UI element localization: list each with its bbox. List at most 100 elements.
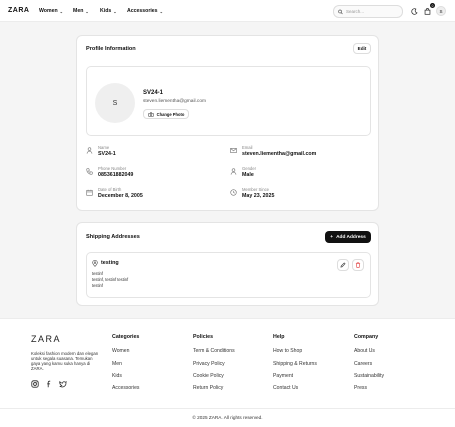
nav-women[interactable]: Women ⌄ bbox=[39, 8, 63, 14]
address-line: testinf bbox=[92, 271, 103, 276]
chevron-down-icon: ⌄ bbox=[159, 8, 163, 14]
member-since-value: May 23, 2025 bbox=[242, 193, 275, 199]
address-line: testinf bbox=[92, 283, 103, 288]
nav-women-label: Women bbox=[39, 8, 58, 14]
clock-icon bbox=[230, 189, 237, 196]
footer-link[interactable]: Privacy Policy bbox=[193, 361, 225, 367]
nav-kids-label: Kids bbox=[100, 8, 112, 14]
dob-field: Date of Birth December 8, 2005 bbox=[86, 187, 143, 199]
shipping-title: Shipping Addresses bbox=[86, 234, 140, 240]
member-since-field: Member Since May 23, 2025 bbox=[230, 187, 274, 199]
change-photo-label: Change Photo bbox=[156, 111, 185, 117]
moon-icon bbox=[410, 7, 417, 15]
cart-count-badge: 0 bbox=[430, 3, 435, 8]
footer-link[interactable]: Press bbox=[354, 385, 367, 391]
chevron-down-icon: ⌄ bbox=[59, 8, 63, 14]
profile-card: Profile Information Edit S SV24-1 steven… bbox=[76, 35, 379, 211]
footer-description: Koleksi fashion modern dan elegan untuk … bbox=[31, 351, 99, 371]
footer-link[interactable]: Payment bbox=[273, 373, 293, 379]
top-navbar: ZARA Women⌄ Men⌄ Kids⌄ Accessories⌄ 0 S bbox=[0, 0, 455, 22]
footer-heading-categories: Categories bbox=[112, 334, 140, 340]
phone-icon bbox=[86, 168, 93, 175]
name-field: Name SV24-1 bbox=[86, 145, 116, 157]
map-pin-icon bbox=[92, 260, 98, 267]
plus-icon: + bbox=[330, 234, 334, 240]
email-value: steven.liementha@gmail.com bbox=[242, 151, 317, 157]
brand-logo[interactable]: ZARA bbox=[8, 7, 29, 14]
shopping-bag-icon bbox=[424, 7, 430, 15]
search-input[interactable] bbox=[346, 9, 402, 14]
gender-field: Gender Male bbox=[230, 166, 256, 178]
profile-name: SV24-1 bbox=[143, 90, 164, 96]
nav-accessories-label: Accessories bbox=[127, 8, 158, 14]
address-line: testinf, testinf testinf bbox=[92, 277, 129, 282]
edit-address-button[interactable] bbox=[337, 259, 349, 271]
address-name: testing bbox=[101, 260, 119, 266]
nav-accessories[interactable]: Accessories ⌄ bbox=[127, 8, 163, 14]
nav-men-label: Men bbox=[73, 8, 84, 14]
site-footer: ZARA Koleksi fashion modern dan elegan u… bbox=[0, 318, 455, 427]
footer-heading-policies: Policies bbox=[193, 334, 214, 340]
pencil-icon bbox=[340, 262, 346, 268]
phone-label: Phone Number bbox=[98, 166, 127, 171]
footer-link[interactable]: Men bbox=[112, 361, 122, 367]
nav-men[interactable]: Men ⌄ bbox=[73, 8, 89, 14]
dob-value: December 8, 2005 bbox=[98, 193, 143, 199]
gender-value: Male bbox=[242, 172, 254, 178]
dob-label: Date of Birth bbox=[98, 187, 122, 192]
chevron-down-icon: ⌄ bbox=[113, 8, 117, 14]
footer-link[interactable]: Term & Conditions bbox=[193, 348, 235, 354]
footer-divider bbox=[0, 408, 455, 409]
camera-icon bbox=[147, 112, 154, 117]
member-since-label: Member Since bbox=[242, 187, 269, 192]
add-address-label: Add Address bbox=[336, 234, 366, 240]
user-icon bbox=[86, 147, 93, 154]
phone-value: 085361882049 bbox=[98, 172, 134, 178]
profile-avatar: S bbox=[95, 83, 135, 123]
footer-heading-help: Help bbox=[273, 334, 285, 340]
shipping-card: Shipping Addresses + Add Address testing… bbox=[76, 222, 379, 306]
cart-button[interactable]: 0 bbox=[422, 3, 435, 16]
footer-link[interactable]: Kids bbox=[112, 373, 122, 379]
footer-link[interactable]: About Us bbox=[354, 348, 375, 354]
facebook-icon[interactable] bbox=[45, 380, 53, 388]
mail-icon bbox=[230, 148, 237, 153]
user-icon bbox=[230, 168, 237, 175]
theme-toggle-button[interactable] bbox=[409, 6, 419, 16]
name-label: Name bbox=[98, 145, 110, 150]
address-card: testing testinf testinf, testinf testinf… bbox=[86, 252, 371, 298]
search-icon bbox=[338, 9, 343, 14]
name-value: SV24-1 bbox=[98, 151, 116, 157]
footer-link[interactable]: Contact Us bbox=[273, 385, 298, 391]
user-avatar-button[interactable]: S bbox=[436, 6, 446, 16]
profile-title: Profile Information bbox=[86, 46, 136, 52]
phone-field: Phone Number 085361882049 bbox=[86, 166, 133, 178]
footer-link[interactable]: Accessories bbox=[112, 385, 139, 391]
footer-link[interactable]: Sustainability bbox=[354, 373, 384, 379]
footer-link[interactable]: Women bbox=[112, 348, 129, 354]
footer-link[interactable]: Cookie Policy bbox=[193, 373, 224, 379]
footer-link[interactable]: How to Shop bbox=[273, 348, 302, 354]
footer-logo: ZARA bbox=[31, 334, 62, 344]
edit-profile-button[interactable]: Edit bbox=[353, 43, 371, 54]
chevron-down-icon: ⌄ bbox=[85, 8, 89, 14]
trash-icon bbox=[355, 262, 361, 268]
footer-link[interactable]: Careers bbox=[354, 361, 372, 367]
instagram-icon[interactable] bbox=[31, 380, 39, 388]
add-address-button[interactable]: + Add Address bbox=[325, 231, 371, 243]
nav-kids[interactable]: Kids ⌄ bbox=[100, 8, 117, 14]
profile-email: steven.liementha@gmail.com bbox=[143, 99, 206, 104]
copyright-text: © 2025 ZARA. All rights reserved. bbox=[192, 415, 263, 420]
gender-label: Gender bbox=[242, 166, 256, 171]
profile-header: S SV24-1 steven.liementha@gmail.com Chan… bbox=[86, 66, 371, 136]
footer-link[interactable]: Shipping & Returns bbox=[273, 361, 317, 367]
email-field: Email steven.liementha@gmail.com bbox=[230, 145, 316, 157]
calendar-icon bbox=[86, 189, 93, 196]
footer-link[interactable]: Return Policy bbox=[193, 385, 223, 391]
twitter-icon[interactable] bbox=[59, 380, 67, 388]
footer-heading-company: Company bbox=[354, 334, 379, 340]
search-box bbox=[333, 5, 403, 18]
delete-address-button[interactable] bbox=[352, 259, 364, 271]
change-photo-button[interactable]: Change Photo bbox=[143, 109, 189, 119]
email-label: Email bbox=[242, 145, 253, 150]
